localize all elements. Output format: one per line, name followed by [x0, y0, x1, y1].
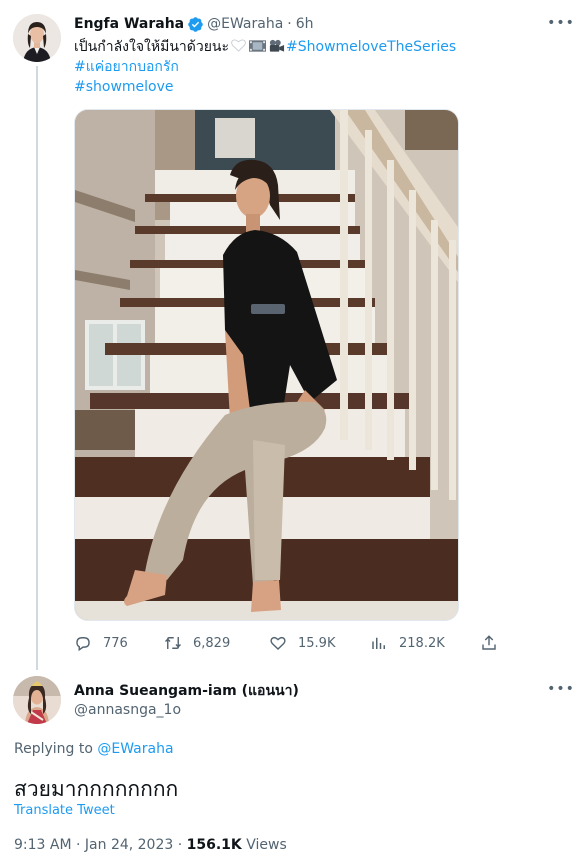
heart-icon	[270, 636, 286, 650]
separator-dot: ·	[287, 16, 292, 32]
tweet-actions-bar: 776 6,829 15.9K 218.2K	[74, 633, 504, 653]
reply-icon	[76, 637, 90, 652]
white-heart-icon	[231, 39, 246, 52]
replying-to-line: Replying to @EWaraha	[14, 741, 174, 757]
views-count: 218.2K	[399, 635, 445, 651]
reply-count: 776	[103, 635, 128, 651]
like-button[interactable]: 15.9K	[269, 633, 335, 653]
reply-date[interactable]: Jan 24, 2023	[85, 837, 173, 853]
tweet-text: เป็นกำลังใจให้มีนาด้วยนะ	[74, 39, 230, 55]
hashtag-link[interactable]: #แค่อยากบอกรัก	[74, 58, 179, 76]
analytics-icon	[372, 637, 385, 649]
more-options-icon[interactable]: •••	[547, 681, 574, 697]
retweet-button[interactable]: 6,829	[164, 633, 230, 653]
movie-camera-icon	[269, 39, 285, 52]
original-tweet[interactable]: Engfa Waraha @EWaraha · 6h ••• เป็นกำลัง…	[0, 0, 586, 670]
replying-label: Replying to	[14, 741, 93, 757]
tweet-header: Engfa Waraha @EWaraha · 6h	[74, 15, 314, 33]
reply-author-avatar[interactable]	[13, 676, 61, 724]
film-frames-icon	[249, 40, 267, 52]
tweet-photo[interactable]	[74, 109, 459, 621]
retweet-icon	[164, 637, 182, 649]
like-count: 15.9K	[298, 635, 336, 651]
author-avatar[interactable]	[13, 14, 61, 62]
reply-views-label: Views	[246, 837, 287, 853]
hashtag-link[interactable]: #showmelove	[74, 78, 174, 96]
hashtag-link[interactable]: #ShowmeloveTheSeries	[286, 39, 456, 55]
author-handle[interactable]: @EWaraha	[207, 16, 283, 32]
translate-tweet-link[interactable]: Translate Tweet	[14, 803, 115, 818]
more-options-icon[interactable]: •••	[547, 15, 574, 31]
reply-button[interactable]: 776	[74, 633, 128, 653]
verified-badge-icon	[188, 16, 203, 32]
retweet-count: 6,829	[193, 635, 231, 651]
tweet-text-line-1: เป็นกำลังใจให้มีนาด้วยนะ #ShowmeloveTheSe…	[74, 38, 456, 56]
reply-time[interactable]: 9:13 AM	[14, 837, 72, 853]
reply-author-handle[interactable]: @annasnga_1o	[74, 702, 181, 718]
share-button[interactable]	[480, 633, 509, 653]
thread-connector-line	[36, 66, 38, 670]
share-icon	[482, 635, 496, 650]
tweet-timestamp-line: 9:13 AM · Jan 24, 2023 · 156.1K Views	[14, 837, 287, 853]
author-name[interactable]: Engfa Waraha	[74, 16, 184, 32]
replying-to-handle[interactable]: @EWaraha	[97, 741, 173, 757]
reply-author-name[interactable]: Anna Sueangam-iam (แอนนา)	[74, 680, 299, 702]
reply-views-count: 156.1K	[186, 837, 242, 853]
views-button[interactable]: 218.2K	[370, 633, 445, 653]
reply-tweet-text: สวยมากกกกกกกก	[14, 777, 179, 801]
tweet-time[interactable]: 6h	[296, 16, 314, 32]
